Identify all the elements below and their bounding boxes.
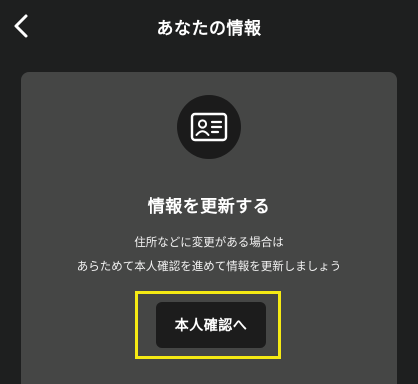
header: あなたの情報 (0, 0, 418, 52)
id-icon-badge (177, 95, 241, 159)
id-card-icon (190, 112, 228, 142)
description-line-2: あらためて本人確認を進めて情報を更新しましょう (76, 259, 342, 273)
update-info-card: 情報を更新する 住所などに変更がある場合は あらためて本人確認を進めて情報を更新… (21, 72, 397, 384)
description-line-1: 住所などに変更がある場合は (134, 235, 284, 249)
card-title: 情報を更新する (147, 197, 271, 217)
identity-verification-button[interactable]: 本人確認へ (156, 302, 266, 348)
page-title: あなたの情報 (156, 19, 262, 39)
